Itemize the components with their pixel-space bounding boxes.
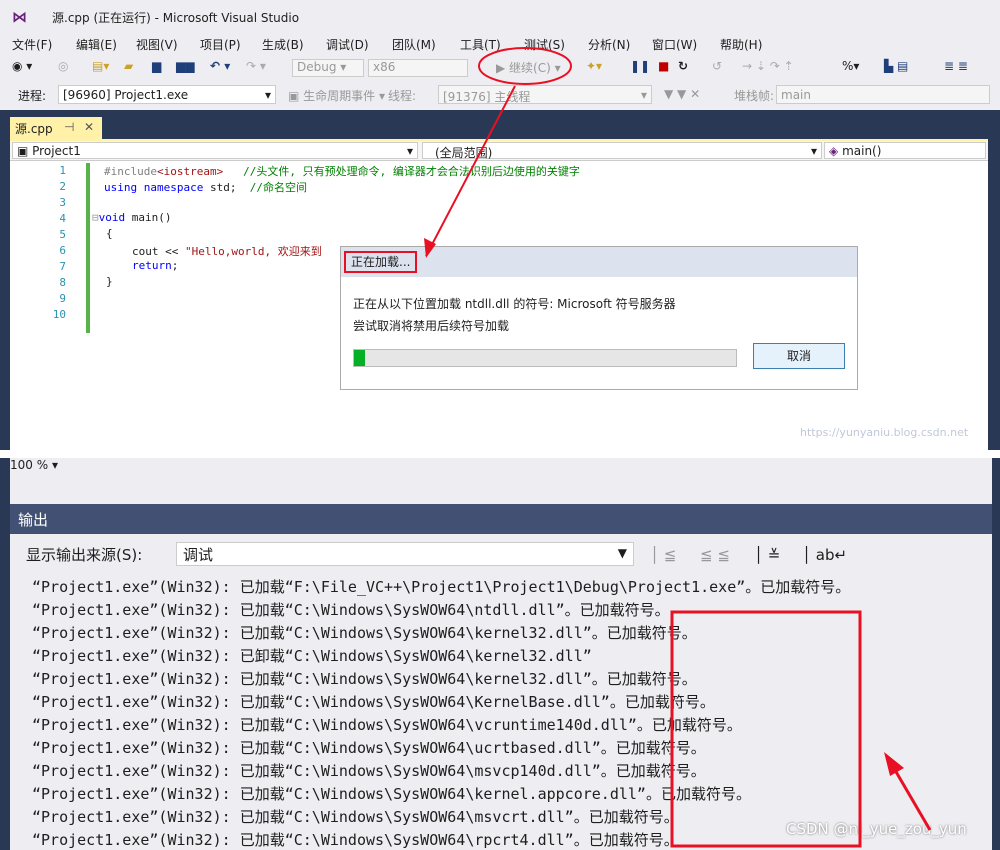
annotation-arrow-top [425, 85, 516, 257]
continue-highlight-ellipse [478, 47, 572, 85]
annotation-arrowhead-bottom [884, 752, 904, 776]
symbols-loaded-highlight-box [670, 610, 862, 848]
annotation-overlay [424, 47, 932, 848]
